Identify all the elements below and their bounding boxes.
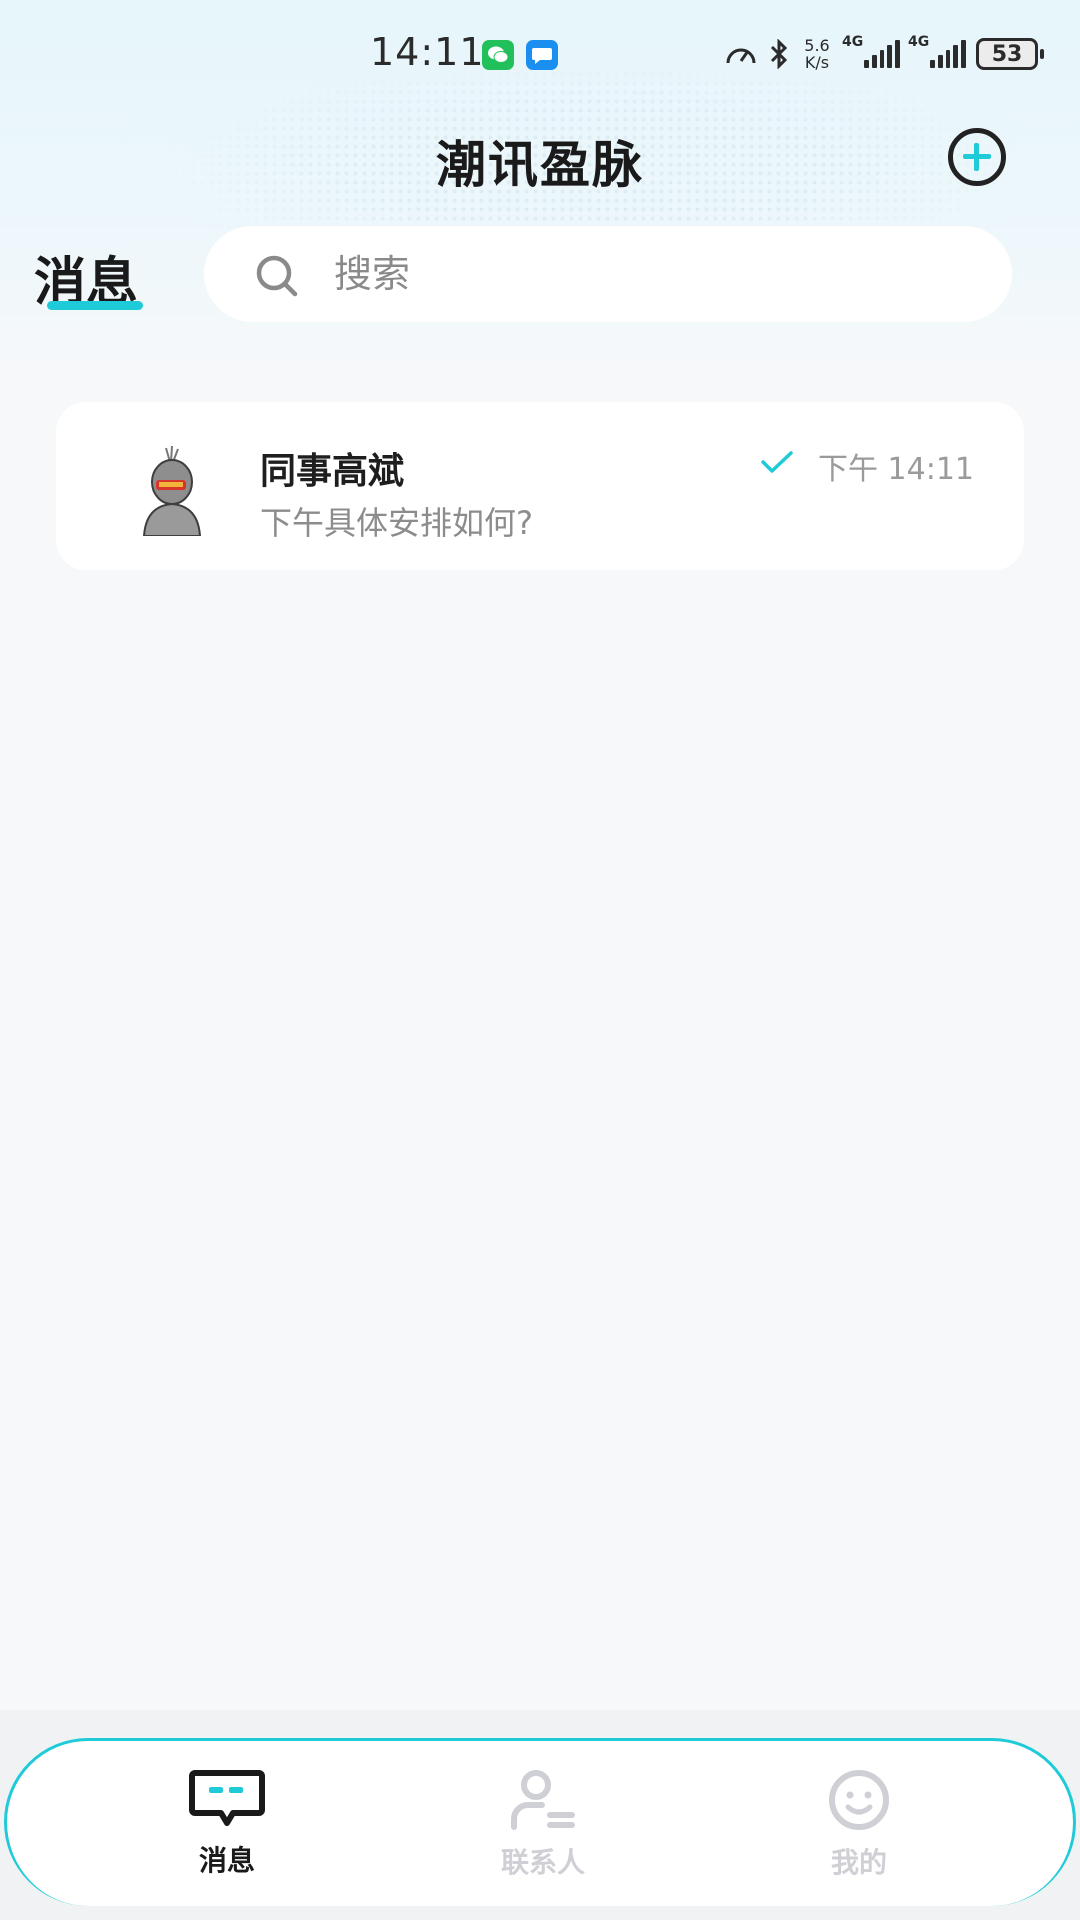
read-check-icon — [761, 451, 793, 473]
signal-icon: 4G — [842, 34, 900, 68]
smiley-icon — [829, 1770, 889, 1830]
contacts-icon — [511, 1770, 575, 1830]
avatar — [142, 445, 202, 536]
add-button[interactable] — [948, 128, 1006, 186]
tab-messages[interactable]: 消息 — [127, 1769, 327, 1879]
status-bar: 14:11 5.6 K/s 4G 4G 53 — [0, 0, 1080, 110]
network-label-2: 4G — [908, 34, 930, 50]
search-icon — [256, 255, 298, 297]
signal-icon-2: 4G — [908, 34, 966, 68]
network-label: 4G — [842, 34, 864, 50]
conversation-preview: 下午具体安排如何? — [260, 504, 533, 542]
tab-contacts[interactable]: 联系人 — [443, 1769, 643, 1881]
app-title: 潮讯盈脉 — [436, 136, 644, 194]
bluetooth-icon — [770, 39, 788, 69]
speedometer-icon — [726, 48, 756, 64]
tab-me-label: 我的 — [830, 1846, 887, 1879]
tab-contacts-label: 联系人 — [500, 1846, 585, 1879]
battery-icon: 53 — [976, 38, 1044, 70]
wechat-icon — [482, 40, 514, 70]
bottom-nav: 消息 联系人 我的 — [4, 1738, 1076, 1906]
status-right: 5.6 K/s 4G 4G 53 — [724, 32, 1044, 76]
conversation-item[interactable]: 同事高斌 下午具体安排如何? 下午 14:11 — [56, 402, 1024, 570]
tab-me[interactable]: 我的 — [759, 1769, 959, 1881]
tab-messages-label: 消息 — [198, 1844, 255, 1877]
message-app-icon — [526, 40, 558, 70]
title-underline — [47, 301, 143, 310]
search-input[interactable] — [334, 244, 974, 304]
chat-icon — [189, 1770, 265, 1826]
conversation-time: 下午 14:11 — [818, 452, 974, 487]
status-time: 14:11 — [370, 30, 485, 74]
conversation-name: 同事高斌 — [260, 451, 405, 492]
search-bar[interactable] — [204, 226, 1012, 322]
net-speed: 5.6 K/s — [804, 36, 830, 72]
